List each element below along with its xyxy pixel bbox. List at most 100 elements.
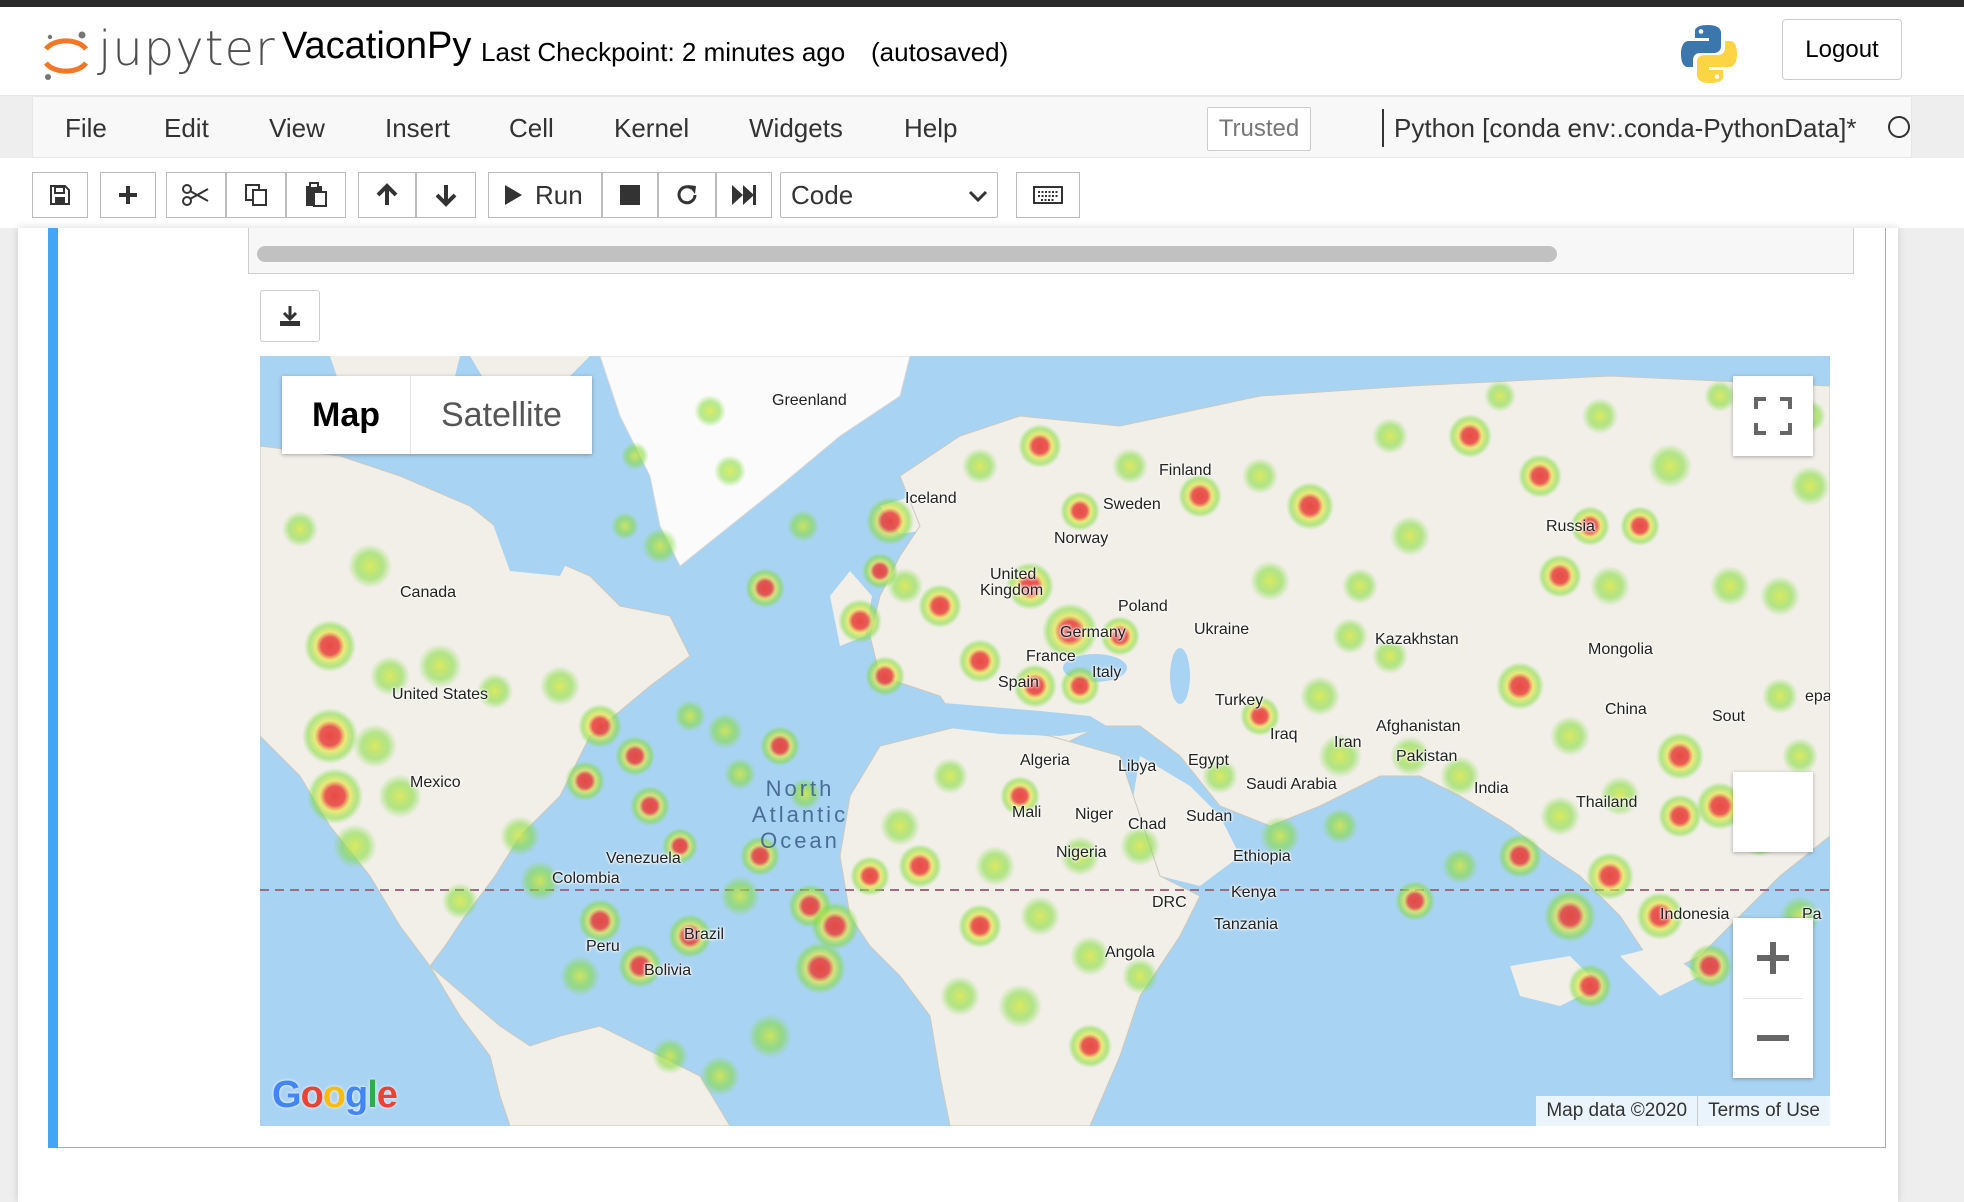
fullscreen-button[interactable] <box>1733 376 1813 456</box>
checkpoint-status: Last Checkpoint: 2 minutes ago <box>481 37 846 67</box>
move-down-button[interactable] <box>416 172 476 218</box>
cell-selection-bar <box>48 228 58 1148</box>
play-icon <box>505 185 522 205</box>
copy-button[interactable] <box>226 172 286 218</box>
fullscreen-icon <box>1754 397 1792 435</box>
ocean-label: North Atlantic Ocean <box>730 776 870 854</box>
save-button[interactable] <box>32 172 88 218</box>
label-bolivia: Bolivia <box>644 962 692 979</box>
plus-icon <box>119 186 137 204</box>
street-view-pegman-button[interactable] <box>1733 772 1813 852</box>
label-kenya: Kenya <box>1231 884 1277 901</box>
google-heatmap[interactable]: Greenland Iceland Finland Sweden Norway … <box>260 356 1830 1126</box>
cell-type-select[interactable]: Code <box>780 172 998 218</box>
toolbar: Run Code <box>0 158 1964 228</box>
label-turkey: Turkey <box>1215 692 1264 709</box>
menu-help[interactable]: Help <box>904 113 957 144</box>
map-base <box>260 356 1830 1126</box>
download-icon <box>280 306 300 326</box>
label-france: France <box>1026 648 1076 665</box>
python-logo-icon <box>1681 25 1737 83</box>
label-canada: Canada <box>400 584 457 601</box>
menu-cell[interactable]: Cell <box>509 113 554 144</box>
autosave-status: (autosaved) <box>871 37 1009 67</box>
map-attribution: Map data ©2020 Terms of Use <box>1536 1096 1830 1126</box>
label-nigeria: Nigeria <box>1056 844 1107 861</box>
scissors-icon <box>182 184 209 206</box>
restart-run-all-button[interactable] <box>716 172 772 218</box>
ocean-line-2: Atlantic <box>751 802 849 827</box>
jupyter-logo-icon[interactable] <box>38 27 94 83</box>
menu-view[interactable]: View <box>269 113 325 144</box>
insert-cell-button[interactable] <box>100 172 156 218</box>
keyboard-icon <box>1033 186 1063 204</box>
arrow-down-icon <box>435 185 457 207</box>
menu-kernel[interactable]: Kernel <box>614 113 689 144</box>
label-peru: Peru <box>586 938 620 955</box>
menu-bar: File Edit View Insert Cell Kernel Widget… <box>32 96 1912 158</box>
trusted-badge[interactable]: Trusted <box>1207 107 1311 151</box>
label-afghanistan: Afghanistan <box>1376 718 1461 735</box>
zoom-divider <box>1743 998 1803 999</box>
run-label: Run <box>535 179 583 210</box>
label-mexico: Mexico <box>410 774 461 791</box>
label-thailand: Thailand <box>1576 794 1638 811</box>
map-type-map-button[interactable]: Map <box>282 376 411 454</box>
previous-output-area <box>248 228 1854 274</box>
paste-button[interactable] <box>286 172 346 218</box>
move-up-button[interactable] <box>358 172 416 218</box>
map-type-control: Map Satellite <box>282 376 592 454</box>
label-kazakhstan: Kazakhstan <box>1375 631 1459 648</box>
run-button[interactable]: Run <box>488 172 602 218</box>
menu-file[interactable]: File <box>65 113 107 144</box>
label-pakistan: Pakistan <box>1396 748 1458 765</box>
label-iceland: Iceland <box>905 490 957 507</box>
label-mali: Mali <box>1012 804 1042 821</box>
label-egypt: Egypt <box>1188 752 1229 769</box>
kernel-divider <box>1382 109 1384 147</box>
label-iraq: Iraq <box>1270 726 1298 743</box>
kernel-name[interactable]: Python [conda env:.conda-PythonData]* <box>1394 113 1857 144</box>
label-nepal-clipped: epa <box>1805 688 1830 705</box>
logo-text[interactable]: jupyter <box>98 21 276 77</box>
kernel-idle-icon <box>1888 116 1910 138</box>
notebook-title[interactable]: VacationPy <box>282 25 471 68</box>
label-greenland: Greenland <box>772 392 847 409</box>
label-russia: Russia <box>1546 518 1595 535</box>
cell-type-value: Code <box>791 179 854 210</box>
label-niger: Niger <box>1075 806 1114 823</box>
download-widget-button[interactable] <box>260 290 320 342</box>
chevron-down-icon <box>968 190 988 203</box>
cut-button[interactable] <box>166 172 226 218</box>
zoom-in-button[interactable] <box>1733 918 1813 998</box>
interrupt-button[interactable] <box>602 172 658 218</box>
fast-forward-icon <box>732 185 756 205</box>
restart-button[interactable] <box>658 172 716 218</box>
save-icon <box>50 185 70 205</box>
menu-widgets[interactable]: Widgets <box>749 113 843 144</box>
terms-of-use-link[interactable]: Terms of Use <box>1697 1096 1830 1126</box>
notebook-container: Greenland Iceland Finland Sweden Norway … <box>18 228 1898 1202</box>
menu-edit[interactable]: Edit <box>164 113 209 144</box>
label-china: China <box>1605 701 1647 718</box>
label-india: India <box>1474 780 1509 797</box>
plus-icon <box>1757 942 1789 974</box>
map-data-credit[interactable]: Map data ©2020 <box>1536 1096 1697 1126</box>
horizontal-scrollbar[interactable] <box>257 246 1557 262</box>
google-logo[interactable]: Google <box>272 1074 398 1117</box>
menu-insert[interactable]: Insert <box>385 113 450 144</box>
command-palette-button[interactable] <box>1016 172 1080 218</box>
zoom-out-button[interactable] <box>1733 998 1813 1078</box>
label-germany: Germany <box>1060 624 1126 641</box>
refresh-icon <box>677 185 697 205</box>
map-type-satellite-button[interactable]: Satellite <box>411 376 592 454</box>
label-ethiopia: Ethiopia <box>1233 848 1291 865</box>
logout-button[interactable]: Logout <box>1782 19 1902 80</box>
arrow-up-icon <box>376 183 398 205</box>
label-iran: Iran <box>1334 734 1362 751</box>
label-ukraine: Ukraine <box>1194 621 1250 638</box>
label-libya: Libya <box>1118 758 1157 775</box>
ocean-line-1: North <box>765 776 835 801</box>
label-sudan: Sudan <box>1186 808 1233 825</box>
stop-icon <box>620 185 640 205</box>
